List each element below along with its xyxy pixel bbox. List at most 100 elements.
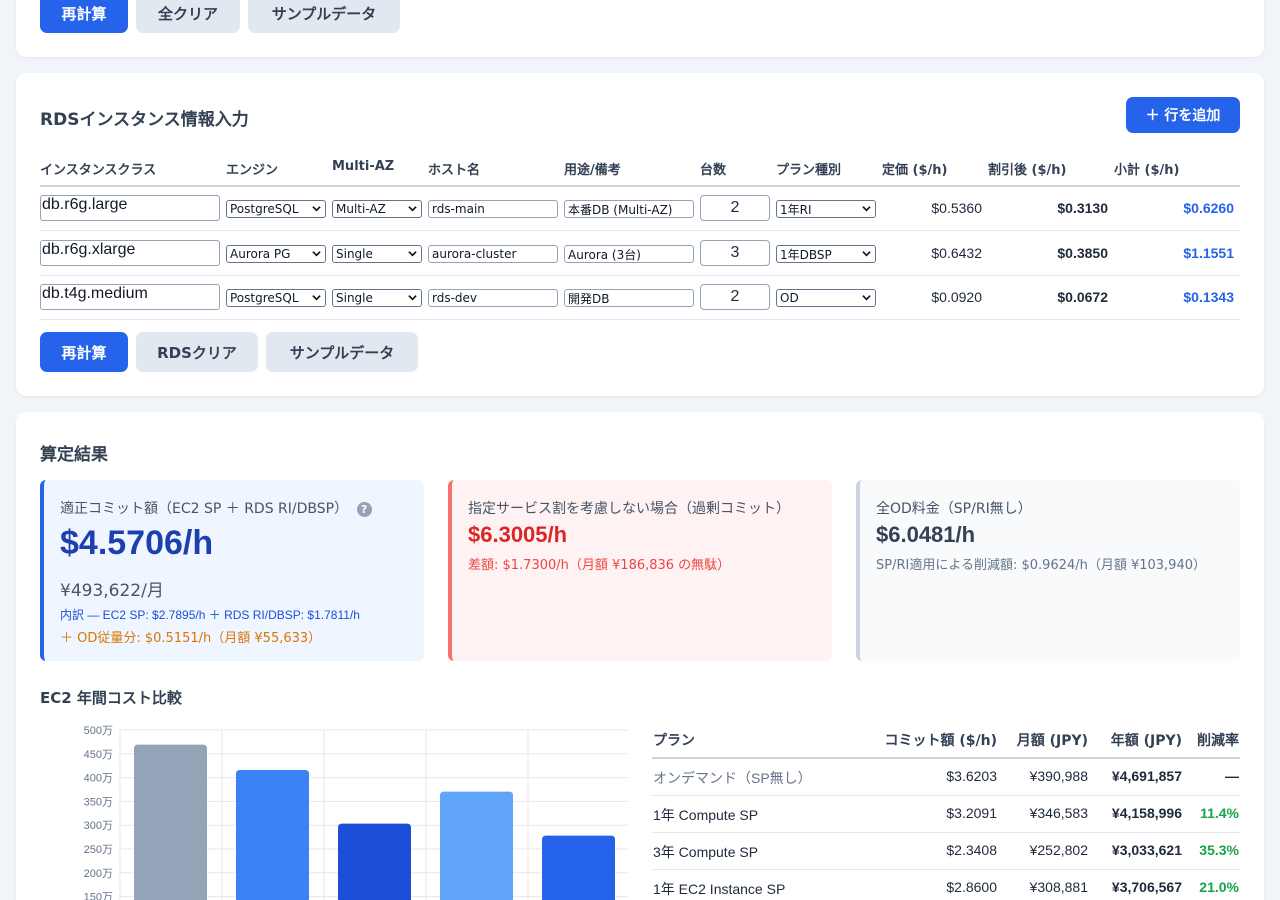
discounted-price: $0.3850: [1057, 245, 1108, 261]
chevron-down-icon: [408, 295, 417, 301]
y-tick-label: 150万: [84, 892, 113, 900]
plan-select[interactable]: OD: [776, 289, 876, 307]
od-hourly: $6.0481/h: [876, 522, 976, 547]
annual-amount: ¥4,158,996: [1111, 805, 1182, 821]
count-input[interactable]: 3: [700, 240, 770, 266]
multi-az-select[interactable]: Single: [332, 289, 422, 307]
clear-all-button[interactable]: 全クリア: [136, 0, 240, 33]
instance-class-input[interactable]: db.r6g.xlarge: [40, 240, 220, 266]
th-monthly: 月額 (JPY): [1016, 733, 1088, 749]
row-divider: [40, 319, 1240, 320]
od-label: 全OD料金（SP/RI無し）: [876, 501, 1032, 517]
rds-section-title: RDSインスタンス情報入力: [40, 110, 249, 130]
over-diff: 差額: $1.7300/h（月額 ¥186,836 の無駄）: [468, 558, 731, 573]
note-input[interactable]: Aurora (3台): [564, 245, 694, 263]
ec2-annual-cost-chart: 500万 450万 400万 350万 300万 250万 200万 150万: [84, 725, 628, 900]
plan-name: 1年 Compute SP: [653, 807, 759, 823]
count-input[interactable]: 2: [700, 195, 770, 221]
note-input[interactable]: 開発DB: [564, 289, 694, 307]
over-hourly: $6.3005/h: [468, 522, 568, 547]
col-discounted: 割引後 ($/h): [988, 163, 1067, 178]
all-od-box: 全OD料金（SP/RI無し） $6.0481/h SP/RI適用による削減額: …: [856, 480, 1240, 661]
rds-recalc-button[interactable]: 再計算: [40, 332, 128, 372]
plan-value: OD: [780, 291, 799, 305]
engine-value: Aurora PG: [230, 247, 291, 261]
note-input[interactable]: 本番DB (Multi-AZ): [564, 200, 694, 218]
bar: [134, 744, 207, 900]
plan-value: 1年DBSP: [780, 247, 832, 262]
col-list-price: 定価 ($/h): [882, 163, 948, 178]
plan-select[interactable]: 1年DBSP: [776, 245, 876, 263]
annual-amount: ¥3,033,621: [1111, 842, 1182, 858]
y-tick-label: 400万: [84, 773, 113, 785]
reduction-rate: 21.0%: [1199, 879, 1239, 895]
y-tick-label: 300万: [84, 820, 113, 832]
th-annual: 年額 (JPY): [1110, 733, 1182, 749]
engine-value: PostgreSQL: [230, 291, 299, 305]
list-price: $0.0920: [931, 289, 982, 305]
annual-amount: ¥4,691,857: [1111, 768, 1182, 784]
results-title: 算定結果: [40, 445, 108, 465]
optimal-commit-box: 適正コミット額（EC2 SP ＋ RDS RI/DBSP） ? $4.5706/…: [40, 480, 424, 661]
count-input[interactable]: 2: [700, 284, 770, 310]
th-plan: プラン: [653, 733, 695, 749]
engine-select[interactable]: PostgreSQL: [226, 200, 326, 218]
plan-select[interactable]: 1年RI: [776, 200, 876, 218]
chevron-down-icon: [312, 295, 321, 301]
sample-data-button[interactable]: サンプルデータ: [248, 0, 400, 33]
recalc-button[interactable]: 再計算: [40, 0, 128, 33]
multi-az-value: Multi-AZ: [336, 202, 386, 216]
rds-sample-data-button[interactable]: サンプルデータ: [266, 332, 418, 372]
od-portion: ＋ OD従量分: $0.5151/h（月額 ¥55,633）: [60, 631, 322, 646]
instance-class-input[interactable]: db.t4g.medium: [40, 284, 220, 310]
y-tick-label: 500万: [84, 725, 113, 737]
commit-amount: $2.3408: [946, 842, 997, 858]
chevron-down-icon: [408, 206, 417, 212]
host-input[interactable]: rds-main: [428, 200, 558, 218]
rds-card: RDSインスタンス情報入力 ＋ 行を追加 インスタンスクラス エンジン Mult…: [16, 73, 1264, 396]
discounted-price: $0.0672: [1057, 289, 1108, 305]
col-instance-class: インスタンスクラス: [40, 163, 157, 178]
list-price: $0.5360: [931, 200, 982, 216]
y-tick-label: 200万: [84, 868, 113, 880]
chevron-down-icon: [312, 251, 321, 257]
engine-select[interactable]: PostgreSQL: [226, 289, 326, 307]
rds-clear-button[interactable]: RDSクリア: [136, 332, 258, 372]
ec2-chart-title: EC2 年間コスト比較: [40, 689, 182, 707]
multi-az-select[interactable]: Single: [332, 245, 422, 263]
commit-amount: $3.2091: [946, 805, 997, 821]
multi-az-select[interactable]: Multi-AZ: [332, 200, 422, 218]
monthly-amount: ¥346,583: [1029, 805, 1088, 821]
results-card: 算定結果 適正コミット額（EC2 SP ＋ RDS RI/DBSP） ? $4.…: [16, 412, 1264, 900]
row-divider: [652, 795, 1240, 796]
multi-az-value: Single: [336, 247, 373, 261]
plan-name: 3年 Compute SP: [653, 844, 759, 860]
col-plan: プラン種別: [776, 163, 842, 178]
row-divider: [652, 832, 1240, 833]
multi-az-value: Single: [336, 291, 373, 305]
discounted-price: $0.3130: [1057, 200, 1108, 216]
commit-amount: $2.8600: [946, 879, 997, 895]
row-divider: [652, 869, 1240, 870]
engine-select[interactable]: Aurora PG: [226, 245, 326, 263]
bar: [236, 770, 309, 900]
y-tick-label: 350万: [84, 796, 113, 808]
table-header-divider: [652, 757, 1240, 759]
chevron-down-icon: [862, 251, 871, 257]
instance-class-input[interactable]: db.r6g.large: [40, 195, 220, 221]
y-tick-label: 250万: [84, 844, 113, 856]
y-tick-label: 450万: [84, 749, 113, 761]
header-divider: [40, 185, 1240, 187]
add-row-button[interactable]: ＋ 行を追加: [1126, 97, 1240, 133]
help-icon[interactable]: ?: [356, 501, 372, 517]
th-rate: 削減率: [1197, 733, 1239, 749]
monthly-amount: ¥390,988: [1029, 768, 1088, 784]
host-input[interactable]: rds-dev: [428, 289, 558, 307]
col-multi-az: Multi-AZ: [332, 159, 395, 174]
host-input[interactable]: aurora-cluster: [428, 245, 558, 263]
subtotal: $1.1551: [1183, 245, 1234, 261]
monthly-amount: ¥308,881: [1029, 879, 1088, 895]
optimal-breakdown: 内訳 — EC2 SP: $2.7895/h ＋ RDS RI/DBSP: $1…: [60, 608, 360, 622]
reduction-rate: —: [1225, 768, 1239, 784]
chevron-down-icon: [312, 206, 321, 212]
